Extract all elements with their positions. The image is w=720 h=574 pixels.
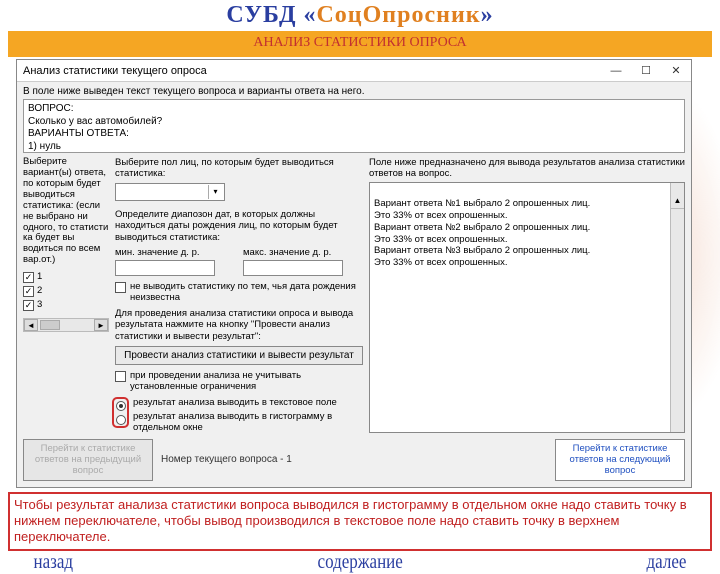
output-histogram-radio[interactable] <box>116 415 126 425</box>
birthdate-range-label: Определите диапозон дат, в которых должн… <box>115 209 363 243</box>
min-birthdate-label: мин. значение д. р. <box>115 247 235 258</box>
output-text-radio-label: результат анализа выводить в текстовое п… <box>133 397 363 408</box>
minimize-icon[interactable]: — <box>601 60 631 82</box>
exclude-unknown-birthdate-checkbox[interactable]: не выводить статистику по тем, чья дата … <box>115 281 363 304</box>
gender-filter-label: Выберите пол лиц, по которым будет вывод… <box>115 157 363 180</box>
ignore-limits-checkbox[interactable]: при проведении анализа не учитывать уста… <box>115 370 363 393</box>
next-question-button[interactable]: Перейти к статистике ответов на следующи… <box>555 439 685 481</box>
instruction-callout: Чтобы результат анализа статистики вопро… <box>8 492 712 551</box>
current-question-box: ВОПРОС: Сколько у вас автомобилей? ВАРИА… <box>23 99 685 153</box>
max-birthdate-input[interactable] <box>243 260 343 276</box>
titlebar: Анализ статистики текущего опроса — ☐ ✕ <box>17 60 691 82</box>
maximize-icon[interactable]: ☐ <box>631 60 661 82</box>
chevron-down-icon: ▾ <box>208 185 222 199</box>
current-question-number: Номер текущего вопроса - 1 <box>161 454 292 465</box>
max-birthdate-label: макс. значение д. р. <box>243 247 363 258</box>
run-analysis-button[interactable]: Провести анализ статистики и вывести рез… <box>115 346 363 365</box>
prev-question-button: Перейти к статистике ответов на предыдущ… <box>23 439 153 481</box>
results-panel: Поле ниже предназначено для вывода резул… <box>369 157 685 433</box>
slide-nav: назад содержание далее <box>0 551 720 574</box>
answer-variants-panel: Выберите вариант(ы) ответа, по которым б… <box>23 157 109 433</box>
scroll-right-icon[interactable]: ► <box>94 319 108 331</box>
run-analysis-hint: Для проведения анализа статистики опроса… <box>115 308 363 342</box>
output-histogram-radio-label: результат анализа выводить в гистограмму… <box>133 411 363 433</box>
variant-checkbox-2[interactable]: ✓2 <box>23 284 109 298</box>
app-title: СУБД «СоцОпросник» <box>0 0 720 29</box>
results-textbox[interactable]: Вариант ответа №1 выбрало 2 опрошенных л… <box>369 182 685 433</box>
gender-select[interactable]: ▾ <box>115 183 225 201</box>
results-label: Поле ниже предназначено для вывода резул… <box>369 157 685 179</box>
output-mode-radio-group-highlight <box>112 397 129 428</box>
answer-variants-label: Выберите вариант(ы) ответа, по которым б… <box>23 157 109 266</box>
min-birthdate-input[interactable] <box>115 260 215 276</box>
results-scrollbar[interactable]: ▲ <box>670 183 684 432</box>
scroll-up-icon[interactable]: ▲ <box>671 195 684 209</box>
variants-scrollbar[interactable]: ◄ ► <box>23 318 109 332</box>
variant-checkbox-3[interactable]: ✓3 <box>23 298 109 312</box>
scroll-left-icon[interactable]: ◄ <box>24 319 38 331</box>
nav-next-link[interactable]: далее <box>647 551 687 574</box>
analysis-window: Анализ статистики текущего опроса — ☐ ✕ … <box>16 59 692 488</box>
window-title: Анализ статистики текущего опроса <box>23 65 207 77</box>
question-field-hint: В поле ниже выведен текст текущего вопро… <box>23 86 685 97</box>
output-text-radio[interactable] <box>116 401 126 411</box>
filters-panel: Выберите пол лиц, по которым будет вывод… <box>115 157 363 433</box>
page-subtitle: АНАЛИЗ СТАТИСТИКИ ОПРОСА <box>8 31 712 57</box>
close-icon[interactable]: ✕ <box>661 60 691 82</box>
nav-toc-link[interactable]: содержание <box>317 551 402 574</box>
nav-back-link[interactable]: назад <box>33 551 73 574</box>
variant-checkbox-1[interactable]: ✓1 <box>23 270 109 284</box>
